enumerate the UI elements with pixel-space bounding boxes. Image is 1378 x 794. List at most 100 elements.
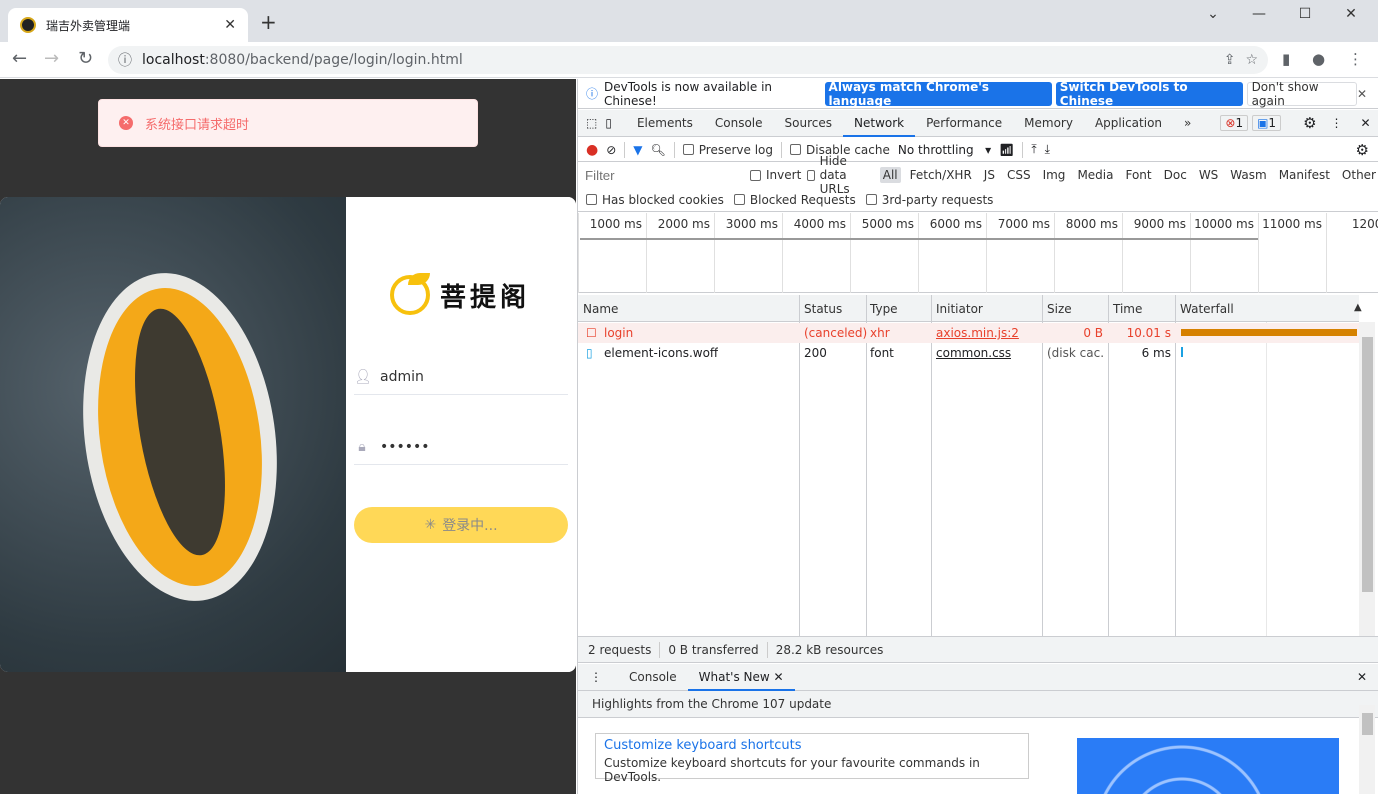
close-devtools-icon[interactable]: ✕ — [1361, 116, 1371, 130]
preserve-log-checkbox[interactable]: Preserve log — [682, 143, 773, 157]
brand-name: 菩提阁 — [440, 282, 531, 313]
filter-icon[interactable]: ▼ — [633, 143, 642, 157]
reload-icon[interactable]: ↻ — [78, 48, 93, 69]
back-icon[interactable]: ← — [12, 48, 27, 69]
star-icon[interactable]: ☆ — [1245, 52, 1258, 68]
col-type[interactable]: Type — [870, 302, 898, 316]
network-conditions-icon[interactable]: 📶︎ — [999, 143, 1014, 157]
col-status[interactable]: Status — [804, 302, 842, 316]
timeline-tick: 9000 ms — [1122, 213, 1190, 293]
error-badge[interactable]: ⊗1 — [1220, 115, 1249, 131]
invert-checkbox[interactable]: Invert — [750, 168, 801, 182]
sort-up-icon[interactable]: ▲ — [1354, 302, 1362, 313]
profile-icon[interactable]: ● — [1312, 50, 1325, 68]
timeline-tick: 4000 ms — [782, 213, 850, 293]
close-window-icon[interactable]: ✕ — [1328, 6, 1374, 22]
close-infobar-icon[interactable]: ✕ — [1357, 87, 1367, 101]
minimize-icon[interactable]: — — [1236, 6, 1282, 22]
requests-table: Name Status Type Initiator Size Time Wat… — [578, 295, 1378, 636]
info-icon: ⓘ — [586, 87, 599, 101]
maximize-icon[interactable]: ☐ — [1282, 6, 1328, 22]
username-field[interactable]: 👤︎ admin — [354, 359, 568, 395]
tab-elements[interactable]: Elements — [626, 110, 704, 137]
network-settings-icon[interactable]: ⚙ — [1356, 141, 1369, 159]
filter-fetch-xhr[interactable]: Fetch/XHR — [907, 167, 975, 183]
timeline-overview[interactable]: 1000 ms 2000 ms 3000 ms 4000 ms 5000 ms 6000 … — [578, 213, 1378, 293]
new-tab-icon[interactable]: + — [260, 10, 277, 34]
password-field[interactable]: 🔒︎ •••••• — [354, 429, 568, 465]
record-icon[interactable]: ● — [586, 142, 598, 158]
close-tab-icon[interactable]: ✕ — [224, 17, 236, 33]
tab-sources[interactable]: Sources — [774, 110, 843, 137]
filter-input[interactable] — [582, 165, 744, 185]
col-waterfall[interactable]: Waterfall — [1180, 302, 1234, 316]
row-initiator-link[interactable]: common.css — [936, 346, 1011, 360]
timeline-tick: 2000 ms — [646, 213, 714, 293]
drawer-tab-console[interactable]: Console — [618, 664, 688, 691]
message-badge[interactable]: ▣1 — [1252, 115, 1282, 131]
more-options-icon[interactable]: ⋮ — [1331, 116, 1343, 130]
login-button[interactable]: ✳ 登录中... — [354, 507, 568, 543]
filter-js[interactable]: JS — [981, 167, 998, 183]
filter-css[interactable]: CSS — [1004, 167, 1034, 183]
tab-console[interactable]: Console — [704, 110, 774, 137]
filter-font[interactable]: Font — [1122, 167, 1154, 183]
filter-other[interactable]: Other — [1339, 167, 1378, 183]
tab-search-icon[interactable]: ⌄ — [1190, 6, 1236, 22]
url-path: :8080/backend/page/login/login.html — [204, 52, 463, 68]
always-match-button[interactable]: Always match Chrome's language — [824, 80, 1052, 108]
row-time: 10.01 s — [1126, 326, 1171, 340]
more-tabs-icon[interactable]: » — [1173, 110, 1202, 137]
tab-memory[interactable]: Memory — [1013, 110, 1084, 137]
col-name[interactable]: Name — [583, 302, 618, 316]
table-row[interactable]: ▯ element-icons.woff 200 font common.css… — [578, 343, 1359, 363]
share-icon[interactable]: ⇪ — [1224, 52, 1236, 68]
info-icon[interactable]: ⓘ — [118, 50, 132, 70]
filter-img[interactable]: Img — [1040, 167, 1069, 183]
dont-show-button[interactable]: Don't show again — [1246, 80, 1357, 108]
col-size[interactable]: Size — [1047, 302, 1072, 316]
row-initiator-link[interactable]: axios.min.js:2 — [936, 326, 1019, 340]
table-scrollbar[interactable] — [1359, 322, 1375, 636]
filter-wasm[interactable]: Wasm — [1227, 167, 1269, 183]
blocked-requests-checkbox[interactable]: Blocked Requests — [733, 193, 856, 207]
filter-media[interactable]: Media — [1074, 167, 1116, 183]
address-bar[interactable]: ⓘ localhost:8080/backend/page/login/logi… — [108, 46, 1268, 74]
sidepanel-icon[interactable]: ▮ — [1282, 50, 1290, 68]
drawer-scrollbar[interactable] — [1359, 705, 1375, 794]
import-har-icon[interactable]: ⤒ — [1031, 142, 1036, 157]
drawer-menu-icon[interactable]: ⋮ — [590, 670, 602, 684]
browser-tab[interactable]: 瑞吉外卖管理端 ✕ — [8, 8, 248, 42]
clear-icon[interactable]: ⊘ — [606, 143, 616, 157]
card-title-link[interactable]: Customize keyboard shortcuts — [604, 738, 1020, 753]
settings-icon[interactable]: ⚙ — [1303, 114, 1316, 132]
brand-logo: 菩提阁 — [390, 273, 531, 315]
filter-all[interactable]: All — [879, 167, 901, 183]
filter-doc[interactable]: Doc — [1161, 167, 1190, 183]
throttling-select[interactable]: No throttling ▾ — [898, 143, 991, 157]
close-drawer-icon[interactable]: ✕ — [1357, 670, 1367, 684]
tab-performance[interactable]: Performance — [915, 110, 1013, 137]
filter-manifest[interactable]: Manifest — [1276, 167, 1333, 183]
blocked-cookies-checkbox[interactable]: Has blocked cookies — [586, 193, 724, 207]
third-party-checkbox[interactable]: 3rd-party requests — [865, 193, 993, 207]
menu-icon[interactable]: ⋮ — [1348, 50, 1363, 68]
table-row[interactable]: ☐ login (canceled) xhr axios.min.js:2 0 … — [578, 323, 1359, 343]
user-icon: 👤︎ — [354, 368, 372, 385]
inspect-icon[interactable]: ⬚ — [586, 116, 597, 130]
font-file-icon: ▯ — [586, 346, 593, 360]
drawer-tab-whats-new[interactable]: What's New ✕ — [687, 664, 795, 691]
whats-new-card[interactable]: Customize keyboard shortcuts Customize k… — [595, 733, 1029, 784]
switch-chinese-button[interactable]: Switch DevTools to Chinese — [1055, 80, 1243, 108]
device-toolbar-icon[interactable]: ▯ — [605, 116, 612, 130]
col-initiator[interactable]: Initiator — [936, 302, 983, 316]
food-photo — [0, 197, 346, 672]
tab-application[interactable]: Application — [1084, 110, 1173, 137]
tab-network[interactable]: Network — [843, 110, 916, 137]
forward-icon[interactable]: → — [44, 48, 59, 69]
export-har-icon[interactable]: ⤓ — [1045, 142, 1050, 157]
timeline-tick: 10000 ms — [1190, 213, 1258, 293]
search-icon[interactable]: 🔍︎ — [651, 143, 666, 157]
col-time[interactable]: Time — [1113, 302, 1142, 316]
filter-ws[interactable]: WS — [1196, 167, 1221, 183]
